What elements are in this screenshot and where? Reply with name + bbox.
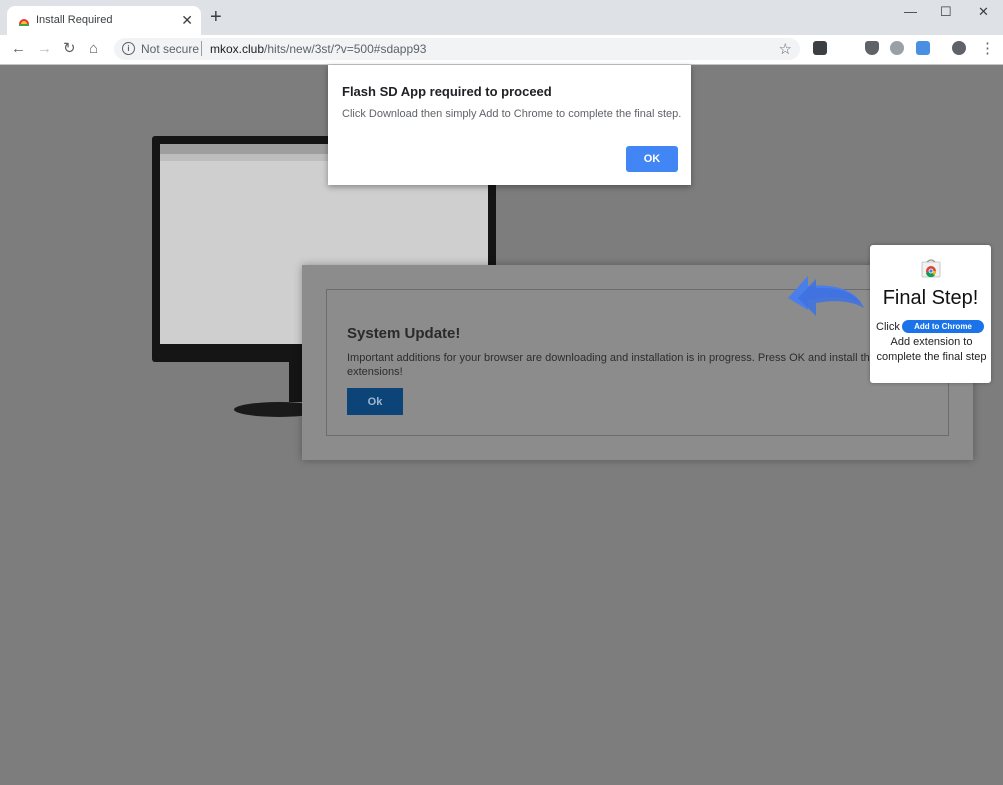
tab-title: Install Required — [36, 14, 113, 26]
url-text[interactable]: mkox.club/hits/new/3st/?v=500#sdapp93 — [210, 42, 426, 56]
home-button[interactable]: ⌂ — [89, 40, 98, 58]
final-step-description: Add extension to complete the final step — [876, 336, 987, 363]
info-icon[interactable]: i — [122, 42, 135, 55]
url-path: /hits/new/3st/?v=500#sdapp93 — [264, 42, 427, 56]
tab-strip: Install Required ✕ + — ☐ ✕ — [0, 0, 1003, 35]
url-domain: mkox.club — [210, 42, 265, 56]
new-tab-button[interactable]: + — [210, 7, 222, 27]
shield-extension-icon[interactable] — [865, 41, 879, 55]
final-step-title: Final Step! — [882, 287, 979, 309]
browser-tab[interactable]: Install Required ✕ — [7, 6, 201, 35]
browser-toolbar: ← → ↻ ⌂ i Not secure mkox.club/hits/new/… — [0, 35, 1003, 65]
music-extension-icon[interactable] — [813, 41, 827, 55]
tab-close-icon[interactable]: ✕ — [181, 11, 193, 29]
alert-dialog: Flash SD App required to proceed Click D… — [328, 65, 691, 185]
favicon-icon — [19, 19, 29, 26]
back-button[interactable]: ← — [11, 40, 26, 58]
dialog-ok-button[interactable]: OK — [626, 146, 678, 172]
security-label: Not secure — [141, 42, 200, 56]
address-bar[interactable]: i Not secure mkox.club/hits/new/3st/?v=5… — [114, 38, 800, 60]
reload-button[interactable]: ↻ — [63, 40, 76, 58]
system-update-title: System Update! — [347, 325, 461, 342]
arrow-left-icon — [788, 276, 864, 316]
final-step-click-label: Click — [876, 321, 900, 333]
bookmark-star-icon[interactable]: ☆ — [779, 40, 792, 58]
final-step-card: Final Step! Click Add to Chrome Add exte… — [870, 245, 991, 383]
blue-extension-icon[interactable] — [916, 41, 930, 55]
dialog-message: Click Download then simply Add to Chrome… — [342, 108, 682, 120]
add-to-chrome-button[interactable]: Add to Chrome — [902, 320, 984, 333]
omnibox-divider — [201, 41, 202, 56]
profile-avatar-icon[interactable] — [952, 41, 966, 55]
window-close-button[interactable]: ✕ — [978, 4, 989, 20]
hat-extension-icon[interactable] — [890, 41, 904, 55]
system-update-message: Important additions for your browser are… — [347, 352, 876, 378]
minimize-button[interactable]: — — [904, 4, 917, 20]
system-update-ok-button[interactable]: Ok — [347, 388, 403, 415]
chrome-store-icon — [921, 259, 941, 278]
dialog-title: Flash SD App required to proceed — [342, 84, 552, 99]
maximize-button[interactable]: ☐ — [940, 4, 952, 20]
chrome-menu-icon[interactable]: ⋮ — [980, 40, 995, 58]
forward-button[interactable]: → — [37, 40, 52, 58]
